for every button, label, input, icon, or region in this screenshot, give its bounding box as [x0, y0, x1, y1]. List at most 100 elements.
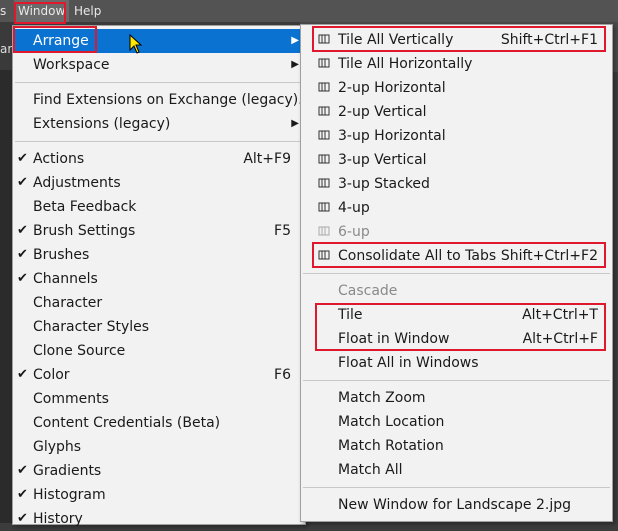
- menu-item-label: Match Zoom: [338, 390, 426, 406]
- two-up-vertical-icon: [318, 106, 332, 118]
- submenu-arrow-icon: ▶: [291, 59, 299, 70]
- menu-item-label: Character Styles: [33, 319, 150, 335]
- menu-item-match-all[interactable]: Match All: [301, 458, 612, 482]
- checkmark-icon: ✔: [17, 151, 28, 166]
- menu-item-shortcut: F6: [274, 367, 291, 383]
- checkmark-icon: ✔: [17, 511, 28, 526]
- menu-item-label: Float All in Windows: [338, 355, 479, 371]
- menu-item-adjustments[interactable]: ✔ Adjustments: [13, 171, 305, 195]
- menu-item-color[interactable]: ✔ Color F6: [13, 363, 305, 387]
- menu-item-content-credentials-beta[interactable]: Content Credentials (Beta): [13, 411, 305, 435]
- menu-item-beta-feedback[interactable]: Beta Feedback: [13, 195, 305, 219]
- menu-item-brushes[interactable]: ✔ Brushes: [13, 243, 305, 267]
- menu-item-glyphs[interactable]: Glyphs: [13, 435, 305, 459]
- menu-item-character[interactable]: Character: [13, 291, 305, 315]
- menu-item-label: New Window for Landscape 2.jpg: [338, 497, 572, 513]
- menu-item-4-up[interactable]: 4-up: [301, 196, 612, 220]
- menu-separator: [303, 380, 610, 381]
- menu-item-label: Brush Settings: [33, 223, 136, 239]
- menu-item-gradients[interactable]: ✔ Gradients: [13, 459, 305, 483]
- menu-item-2-up-horizontal[interactable]: 2-up Horizontal: [301, 76, 612, 100]
- menu-item-clone-source[interactable]: Clone Source: [13, 339, 305, 363]
- left-panel-tab: ar: [0, 22, 12, 70]
- three-up-horizontal-icon: [318, 130, 332, 142]
- menu-item-label: 3-up Stacked: [338, 176, 430, 192]
- menu-item-shortcut: Alt+F9: [243, 151, 291, 167]
- menu-item-label: Match Location: [338, 414, 445, 430]
- menu-item-label: Glyphs: [33, 439, 82, 455]
- menu-item-label: Color: [33, 367, 70, 383]
- left-panel-strip: [0, 22, 12, 523]
- menu-bar-help[interactable]: Help: [74, 0, 101, 22]
- menu-item-extensions-legacy[interactable]: Extensions (legacy) ▶: [13, 112, 305, 136]
- annotation-box-tile-float: [315, 303, 606, 351]
- submenu-arrow-icon: ▶: [291, 118, 299, 129]
- menu-item-label: 4-up: [338, 200, 370, 216]
- menu-item-label: Find Extensions on Exchange (legacy)...: [33, 92, 312, 108]
- menu-item-label: Match All: [338, 462, 403, 478]
- menu-item-channels[interactable]: ✔ Channels: [13, 267, 305, 291]
- six-up-icon: [318, 226, 332, 238]
- checkmark-icon: ✔: [17, 463, 28, 478]
- menu-item-actions[interactable]: ✔ Actions Alt+F9: [13, 147, 305, 171]
- checkmark-icon: ✔: [17, 247, 28, 262]
- annotation-box-arrange: [13, 26, 97, 53]
- menu-item-label: 2-up Vertical: [338, 104, 427, 120]
- menu-item-find-extensions-on-exchange-legacy[interactable]: Find Extensions on Exchange (legacy)...: [13, 88, 312, 112]
- menu-item-label: Adjustments: [33, 175, 121, 191]
- checkmark-icon: ✔: [17, 367, 28, 382]
- menu-item-float-all-in-windows[interactable]: Float All in Windows: [301, 351, 612, 375]
- menu-item-cascade: Cascade: [301, 279, 612, 303]
- menu-item-label: 3-up Vertical: [338, 152, 427, 168]
- menu-item-6-up: 6-up: [301, 220, 612, 244]
- menu-item-tile-all-horizontally[interactable]: Tile All Horizontally: [301, 52, 612, 76]
- checkmark-icon: ✔: [17, 271, 28, 286]
- checkmark-icon: ✔: [17, 175, 28, 190]
- annotation-box-window: [14, 2, 66, 24]
- menu-item-label: 3-up Horizontal: [338, 128, 446, 144]
- window-menu: Arrange ▶ Workspace ▶ Find Extensions on Exc…: [12, 25, 312, 527]
- mouse-pointer-icon: [129, 34, 143, 54]
- arrange-submenu: Tile All Vertically Shift+Ctrl+F1 Tile All…: [300, 24, 613, 522]
- menu-item-label: Tile All Horizontally: [338, 56, 473, 72]
- three-up-stacked-icon: [318, 178, 332, 190]
- three-up-vertical-icon: [318, 154, 332, 166]
- menu-item-label: Histogram: [33, 487, 106, 503]
- menu-separator: [303, 273, 610, 274]
- left-panel-fragment: ar: [0, 42, 13, 56]
- menu-item-label: Workspace: [33, 57, 110, 73]
- four-up-icon: [318, 202, 332, 214]
- menu-item-3-up-stacked[interactable]: 3-up Stacked: [301, 172, 612, 196]
- menu-item-new-window-for-landscape-2-jpg[interactable]: New Window for Landscape 2.jpg: [301, 493, 612, 517]
- menu-item-label: 2-up Horizontal: [338, 80, 446, 96]
- menu-item-label: Content Credentials (Beta): [33, 415, 221, 431]
- annotation-box-tile-all-vertically: [312, 26, 606, 52]
- menu-separator: [15, 141, 303, 142]
- menu-item-brush-settings[interactable]: ✔ Brush Settings F5: [13, 219, 305, 243]
- menu-bar-item-fragment[interactable]: s: [0, 0, 6, 22]
- menu-item-label: Comments: [33, 391, 109, 407]
- checkmark-icon: ✔: [17, 223, 28, 238]
- menu-item-3-up-horizontal[interactable]: 3-up Horizontal: [301, 124, 612, 148]
- menu-separator: [303, 487, 610, 488]
- two-up-horizontal-icon: [318, 82, 332, 94]
- menu-item-label: History: [33, 511, 83, 527]
- menu-item-label: Extensions (legacy): [33, 116, 171, 132]
- menu-item-label: Match Rotation: [338, 438, 444, 454]
- menu-item-label: Character: [33, 295, 103, 311]
- menu-item-label: Gradients: [33, 463, 102, 479]
- menu-item-character-styles[interactable]: Character Styles: [13, 315, 305, 339]
- menu-item-workspace[interactable]: Workspace ▶: [13, 53, 305, 77]
- menu-item-label: Clone Source: [33, 343, 126, 359]
- menu-item-shortcut: F5: [274, 223, 291, 239]
- menu-item-label: 6-up: [338, 224, 370, 240]
- menu-item-match-zoom[interactable]: Match Zoom: [301, 386, 612, 410]
- menu-item-3-up-vertical[interactable]: 3-up Vertical: [301, 148, 612, 172]
- menu-item-label: Actions: [33, 151, 85, 167]
- menu-item-comments[interactable]: Comments: [13, 387, 305, 411]
- menu-item-match-location[interactable]: Match Location: [301, 410, 612, 434]
- menu-item-history[interactable]: ✔ History: [13, 507, 305, 531]
- menu-item-2-up-vertical[interactable]: 2-up Vertical: [301, 100, 612, 124]
- menu-item-histogram[interactable]: ✔ Histogram: [13, 483, 305, 507]
- menu-item-match-rotation[interactable]: Match Rotation: [301, 434, 612, 458]
